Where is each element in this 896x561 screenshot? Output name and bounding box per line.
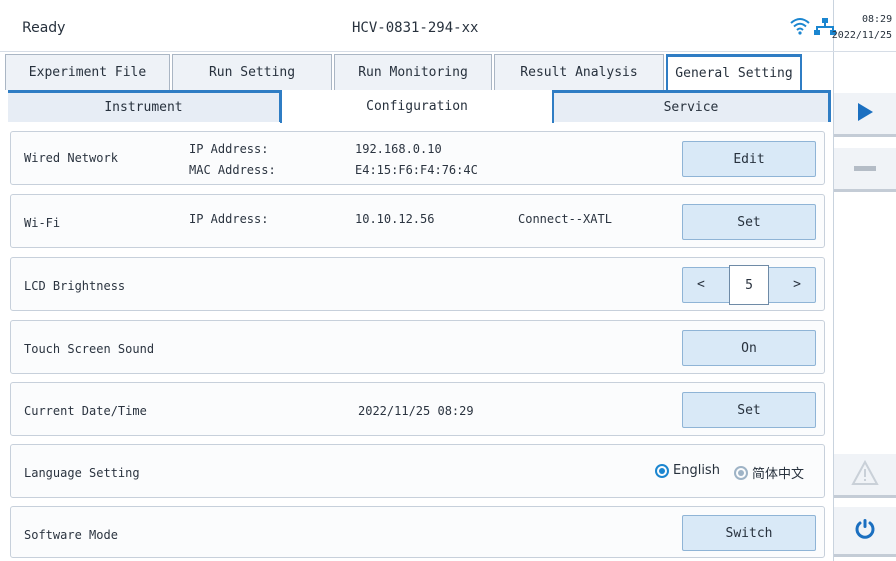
side-toolbar: [834, 52, 896, 561]
mac-value: E4:15:F6:F4:76:4C: [355, 163, 478, 177]
subtab-configuration[interactable]: Configuration: [280, 90, 554, 123]
tab-label: Experiment File: [28, 65, 147, 80]
warning-icon: [851, 459, 879, 490]
button-label: Set: [737, 402, 761, 418]
run-button[interactable]: [834, 93, 896, 137]
brightness-stepper: < 5 >: [682, 265, 816, 305]
row-label: Current Date/Time: [24, 404, 147, 418]
subtab-service[interactable]: Service: [554, 93, 829, 122]
status-bar: Ready HCV-0831-294-xx 08:29 2022/11/25: [0, 0, 896, 52]
button-label: On: [741, 340, 757, 356]
row-touch-sound: Touch Screen Sound On: [10, 320, 825, 374]
status-time: 08:29: [862, 14, 893, 25]
language-chinese-radio[interactable]: 简体中文: [734, 463, 804, 482]
row-label: Software Mode: [24, 528, 118, 542]
button-label: Set: [737, 214, 761, 230]
status-state: Ready: [22, 20, 66, 36]
radio-unselected-icon: [734, 465, 748, 480]
power-icon: [854, 518, 876, 544]
stop-button[interactable]: [834, 148, 896, 192]
datetime-set-button[interactable]: Set: [682, 392, 816, 428]
ip-label: IP Address:: [189, 212, 269, 226]
datetime-value: 2022/11/25 08:29: [358, 404, 474, 418]
mac-label: MAC Address:: [189, 163, 276, 177]
button-label: Edit: [733, 151, 765, 167]
subtab-label: Configuration: [366, 99, 468, 114]
button-label: Switch: [725, 525, 773, 541]
sub-tabs: Instrument Configuration Service: [8, 90, 831, 123]
ip-value: 192.168.0.10: [355, 142, 442, 156]
row-language: Language Setting English 简体中文: [10, 444, 825, 498]
wifi-set-button[interactable]: Set: [682, 204, 816, 240]
tab-experiment-file[interactable]: Experiment File: [5, 54, 170, 90]
tab-result-analysis[interactable]: Result Analysis: [494, 54, 664, 90]
row-date-time: Current Date/Time 2022/11/25 08:29 Set: [10, 382, 825, 436]
power-button[interactable]: [834, 507, 896, 557]
brightness-value: 5: [729, 265, 769, 305]
row-label: Wired Network: [24, 151, 118, 165]
language-english-radio[interactable]: English: [655, 463, 720, 478]
row-software-mode: Software Mode Switch: [10, 506, 825, 558]
tab-label: General Setting: [675, 66, 793, 81]
brightness-increase-button[interactable]: >: [793, 277, 801, 292]
row-lcd-brightness: LCD Brightness < 5 >: [10, 257, 825, 311]
subtab-instrument[interactable]: Instrument: [8, 93, 280, 122]
main-tabs: Experiment File Run Setting Run Monitori…: [5, 54, 804, 90]
radio-label: 简体中文: [752, 467, 805, 482]
device-name: HCV-0831-294-xx: [352, 20, 479, 36]
row-label: Language Setting: [24, 466, 140, 480]
sound-toggle-button[interactable]: On: [682, 330, 816, 366]
subtab-label: Service: [663, 100, 719, 115]
radio-label: English: [673, 463, 720, 478]
brightness-decrease-button[interactable]: <: [697, 277, 705, 292]
edit-button[interactable]: Edit: [682, 141, 816, 177]
stop-icon: [854, 161, 876, 176]
wifi-icon: [789, 17, 811, 35]
row-label: LCD Brightness: [24, 279, 126, 293]
subtab-label: Instrument: [104, 100, 183, 115]
ip-label: IP Address:: [189, 142, 269, 156]
tab-label: Result Analysis: [520, 65, 638, 80]
ip-value: 10.10.12.56: [355, 212, 435, 226]
status-date: 2022/11/25: [831, 30, 892, 41]
warning-button[interactable]: [834, 454, 896, 498]
tab-label: Run Monitoring: [358, 65, 468, 80]
mode-switch-button[interactable]: Switch: [682, 515, 816, 551]
row-label: Wi-Fi: [24, 216, 61, 230]
tab-general-setting[interactable]: General Setting: [666, 54, 802, 90]
radio-selected-icon: [655, 463, 669, 478]
tab-run-setting[interactable]: Run Setting: [172, 54, 332, 90]
tab-label: Run Setting: [208, 65, 296, 80]
play-icon: [856, 102, 874, 126]
wifi-connection: Connect--XATL: [518, 212, 612, 226]
row-label: Touch Screen Sound: [24, 342, 155, 356]
tab-run-monitoring[interactable]: Run Monitoring: [334, 54, 492, 90]
row-wifi: Wi-Fi IP Address: 10.10.12.56 Connect--X…: [10, 194, 825, 248]
row-wired-network: Wired Network IP Address: MAC Address: 1…: [10, 131, 825, 185]
